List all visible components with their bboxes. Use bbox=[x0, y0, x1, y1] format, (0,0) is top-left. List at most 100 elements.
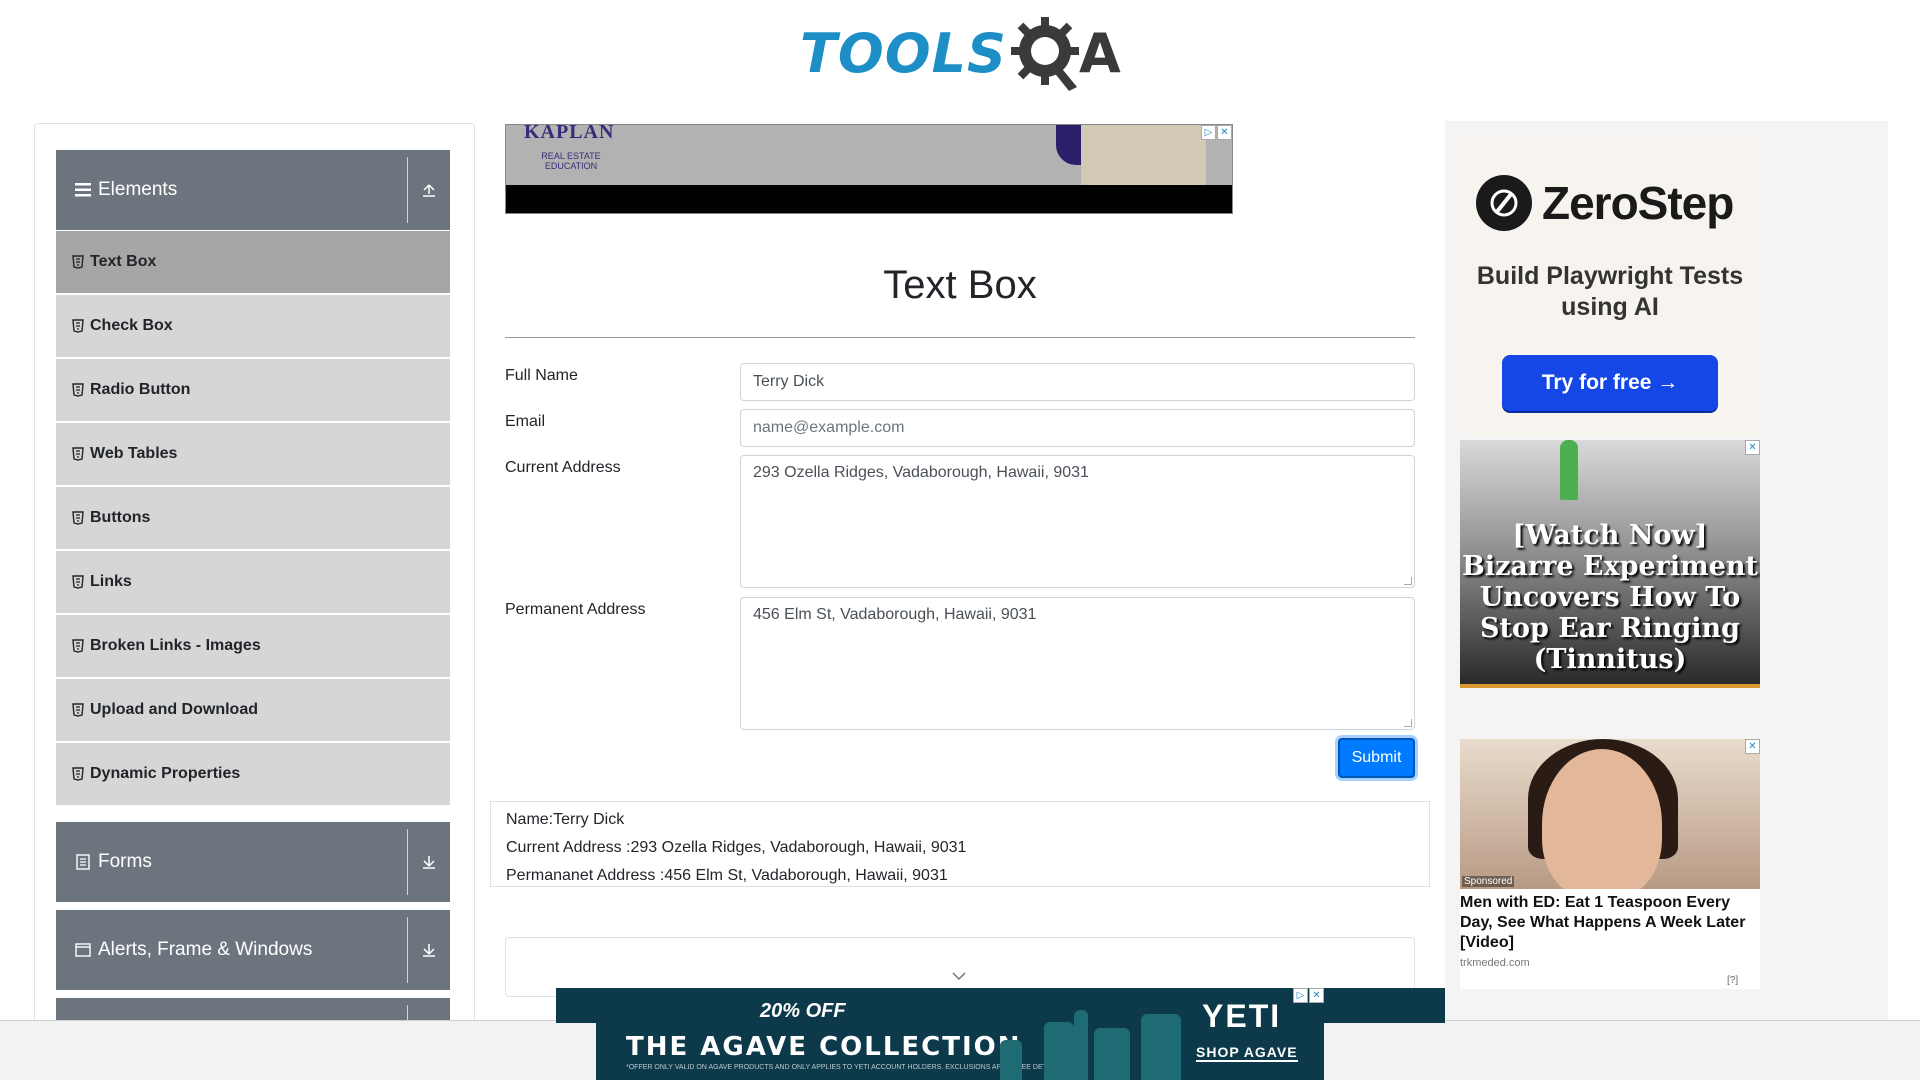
sidebar-item-dynamic-properties[interactable]: Dynamic Properties bbox=[56, 743, 450, 805]
email-input[interactable] bbox=[740, 409, 1415, 447]
sidebar-item-label: Links bbox=[90, 573, 132, 590]
product-image bbox=[1141, 1014, 1181, 1080]
html5-icon bbox=[72, 639, 84, 653]
expand-down-icon[interactable] bbox=[408, 855, 450, 869]
output-current-address: Current Address :293 Ozella Ridges, Vada… bbox=[506, 839, 967, 856]
group-elements[interactable]: Elements bbox=[56, 150, 450, 230]
yeti-offer: 20% OFF bbox=[760, 1000, 846, 1022]
left-sidebar: Elements Text Box Check Box Radio Button… bbox=[34, 123, 475, 1063]
tinnitus-headline: [Watch Now] Bizarre Experiment Uncovers … bbox=[1462, 520, 1758, 675]
logo-text: TOOLS bbox=[800, 21, 1007, 85]
logo-gear-icon bbox=[1009, 15, 1085, 91]
toolsqa-logo[interactable]: TOOLS A bbox=[800, 14, 1125, 92]
yeti-ad[interactable]: 20% OFF THE AGAVE COLLECTION *OFFER ONLY… bbox=[596, 988, 1324, 1080]
ad-controls[interactable]: ▷ ✕ bbox=[1201, 125, 1232, 140]
sidebar-item-buttons[interactable]: Buttons bbox=[56, 487, 450, 549]
ad-image-decor bbox=[1560, 440, 1578, 500]
resize-handle[interactable] bbox=[1404, 577, 1412, 585]
sidebar-item-label: Check Box bbox=[90, 317, 173, 334]
zerostep-logo: ZeroStep bbox=[1476, 175, 1734, 231]
sponsored-label: Sponsored bbox=[1462, 876, 1515, 887]
zerostep-subtitle: Build Playwright Tests using AI bbox=[1476, 262, 1744, 321]
html5-icon bbox=[72, 447, 84, 461]
product-image bbox=[1074, 1010, 1088, 1080]
group-alerts-frame-windows[interactable]: Alerts, Frame & Windows bbox=[56, 910, 450, 990]
html5-icon bbox=[72, 383, 84, 397]
collapse-up-icon[interactable] bbox=[408, 183, 450, 197]
submit-button[interactable]: Submit bbox=[1338, 738, 1415, 778]
sidebar-item-label: Text Box bbox=[90, 253, 157, 270]
permanent-address-value: 456 Elm St, Vadaborough, Hawaii, 9031 bbox=[753, 606, 1037, 623]
output-name: Name:Terry Dick bbox=[506, 811, 625, 828]
sidebar-item-upload-download[interactable]: Upload and Download bbox=[56, 679, 450, 741]
form-icon bbox=[74, 854, 92, 870]
window-icon bbox=[74, 943, 92, 957]
shop-agave-link[interactable]: SHOP AGAVE bbox=[1196, 1044, 1298, 1062]
group-title: Alerts, Frame & Windows bbox=[98, 939, 313, 960]
html5-icon bbox=[72, 703, 84, 717]
zerostep-ad[interactable]: ZeroStep Build Playwright Tests using AI… bbox=[1460, 135, 1760, 435]
product-image bbox=[1000, 1040, 1022, 1080]
group-title: Forms bbox=[98, 851, 152, 872]
sidebar-item-label: Buttons bbox=[90, 509, 151, 526]
group-forms[interactable]: Forms bbox=[56, 822, 450, 902]
permanent-address-textarea[interactable]: 456 Elm St, Vadaborough, Hawaii, 9031 bbox=[740, 597, 1415, 730]
ad-photo-face bbox=[1542, 749, 1662, 889]
current-address-value: 293 Ozella Ridges, Vadaborough, Hawaii, … bbox=[753, 464, 1089, 481]
expand-down-icon[interactable] bbox=[408, 943, 450, 957]
resize-handle[interactable] bbox=[1404, 719, 1412, 727]
ad-controls[interactable]: ✕ bbox=[1745, 739, 1760, 754]
sidebar-item-broken-links[interactable]: Broken Links - Images bbox=[56, 615, 450, 677]
close-icon[interactable]: ✕ bbox=[1745, 739, 1760, 754]
close-icon[interactable]: ✕ bbox=[1745, 440, 1760, 455]
yeti-fine-print: *OFFER ONLY VALID ON AGAVE PRODUCTS AND … bbox=[626, 1064, 1064, 1071]
zerostep-name: ZeroStep bbox=[1542, 177, 1734, 229]
ad-band bbox=[506, 185, 1232, 213]
adchoices-icon[interactable]: ▷ bbox=[1293, 988, 1308, 1003]
ed-ad[interactable]: Sponsored ✕ Men with ED: Eat 1 Teaspoon … bbox=[1460, 739, 1760, 989]
close-icon[interactable]: ✕ bbox=[1217, 125, 1232, 140]
page: TOOLS A Elements Text Box Check Box Radi… bbox=[0, 0, 1920, 1080]
title-divider bbox=[505, 337, 1415, 338]
ad-subtext: REAL ESTATE EDUCATION bbox=[541, 151, 601, 171]
html5-icon bbox=[72, 575, 84, 589]
try-for-free-button[interactable]: Try for free → bbox=[1502, 355, 1718, 411]
top-banner-ad[interactable]: KAPLAN REAL ESTATE EDUCATION ▷ ✕ bbox=[505, 124, 1233, 214]
output-box: Name:Terry Dick Current Address :293 Oze… bbox=[490, 801, 1430, 887]
full-name-label: Full Name bbox=[505, 367, 578, 384]
sidebar-item-label: Upload and Download bbox=[90, 701, 258, 718]
ad-controls[interactable]: ▷ ✕ bbox=[1293, 988, 1324, 1003]
full-name-input[interactable] bbox=[740, 363, 1415, 401]
ad-controls[interactable]: ✕ bbox=[1745, 440, 1760, 455]
current-address-textarea[interactable]: 293 Ozella Ridges, Vadaborough, Hawaii, … bbox=[740, 455, 1415, 588]
page-title: Text Box bbox=[883, 263, 1037, 307]
product-image bbox=[1044, 1022, 1074, 1080]
close-icon[interactable]: ✕ bbox=[1309, 988, 1324, 1003]
ad-brand: KAPLAN bbox=[524, 124, 615, 143]
yeti-brand: YETI bbox=[1202, 998, 1282, 1034]
html5-icon bbox=[72, 511, 84, 525]
logo-a-text: A bbox=[1078, 21, 1121, 85]
tinnitus-ad[interactable]: [Watch Now] Bizarre Experiment Uncovers … bbox=[1460, 440, 1760, 688]
sidebar-item-text-box[interactable]: Text Box bbox=[56, 231, 450, 293]
html5-icon bbox=[72, 255, 84, 269]
email-label: Email bbox=[505, 413, 546, 430]
adchoices-icon[interactable]: ▷ bbox=[1201, 125, 1216, 140]
sidebar-item-label: Web Tables bbox=[90, 445, 178, 462]
ed-headline: Men with ED: Eat 1 Teaspoon Every Day, S… bbox=[1460, 894, 1746, 951]
zerostep-logo-icon bbox=[1476, 175, 1532, 231]
current-address-label: Current Address bbox=[505, 459, 621, 476]
sidebar-item-radio-button[interactable]: Radio Button bbox=[56, 359, 450, 421]
sidebar-item-label: Radio Button bbox=[90, 381, 191, 398]
sidebar-item-label: Dynamic Properties bbox=[90, 765, 241, 782]
group-title: Elements bbox=[98, 179, 178, 200]
sidebar-item-web-tables[interactable]: Web Tables bbox=[56, 423, 450, 485]
chevron-down-icon[interactable] bbox=[951, 968, 967, 986]
html5-icon bbox=[72, 319, 84, 333]
ad-info[interactable]: [?] bbox=[1727, 975, 1738, 986]
sidebar-item-check-box[interactable]: Check Box bbox=[56, 295, 450, 357]
bars-icon bbox=[74, 183, 92, 197]
sidebar-item-links[interactable]: Links bbox=[56, 551, 450, 613]
ad-photo: Sponsored ✕ bbox=[1460, 739, 1760, 889]
ad-photo bbox=[1081, 125, 1206, 185]
